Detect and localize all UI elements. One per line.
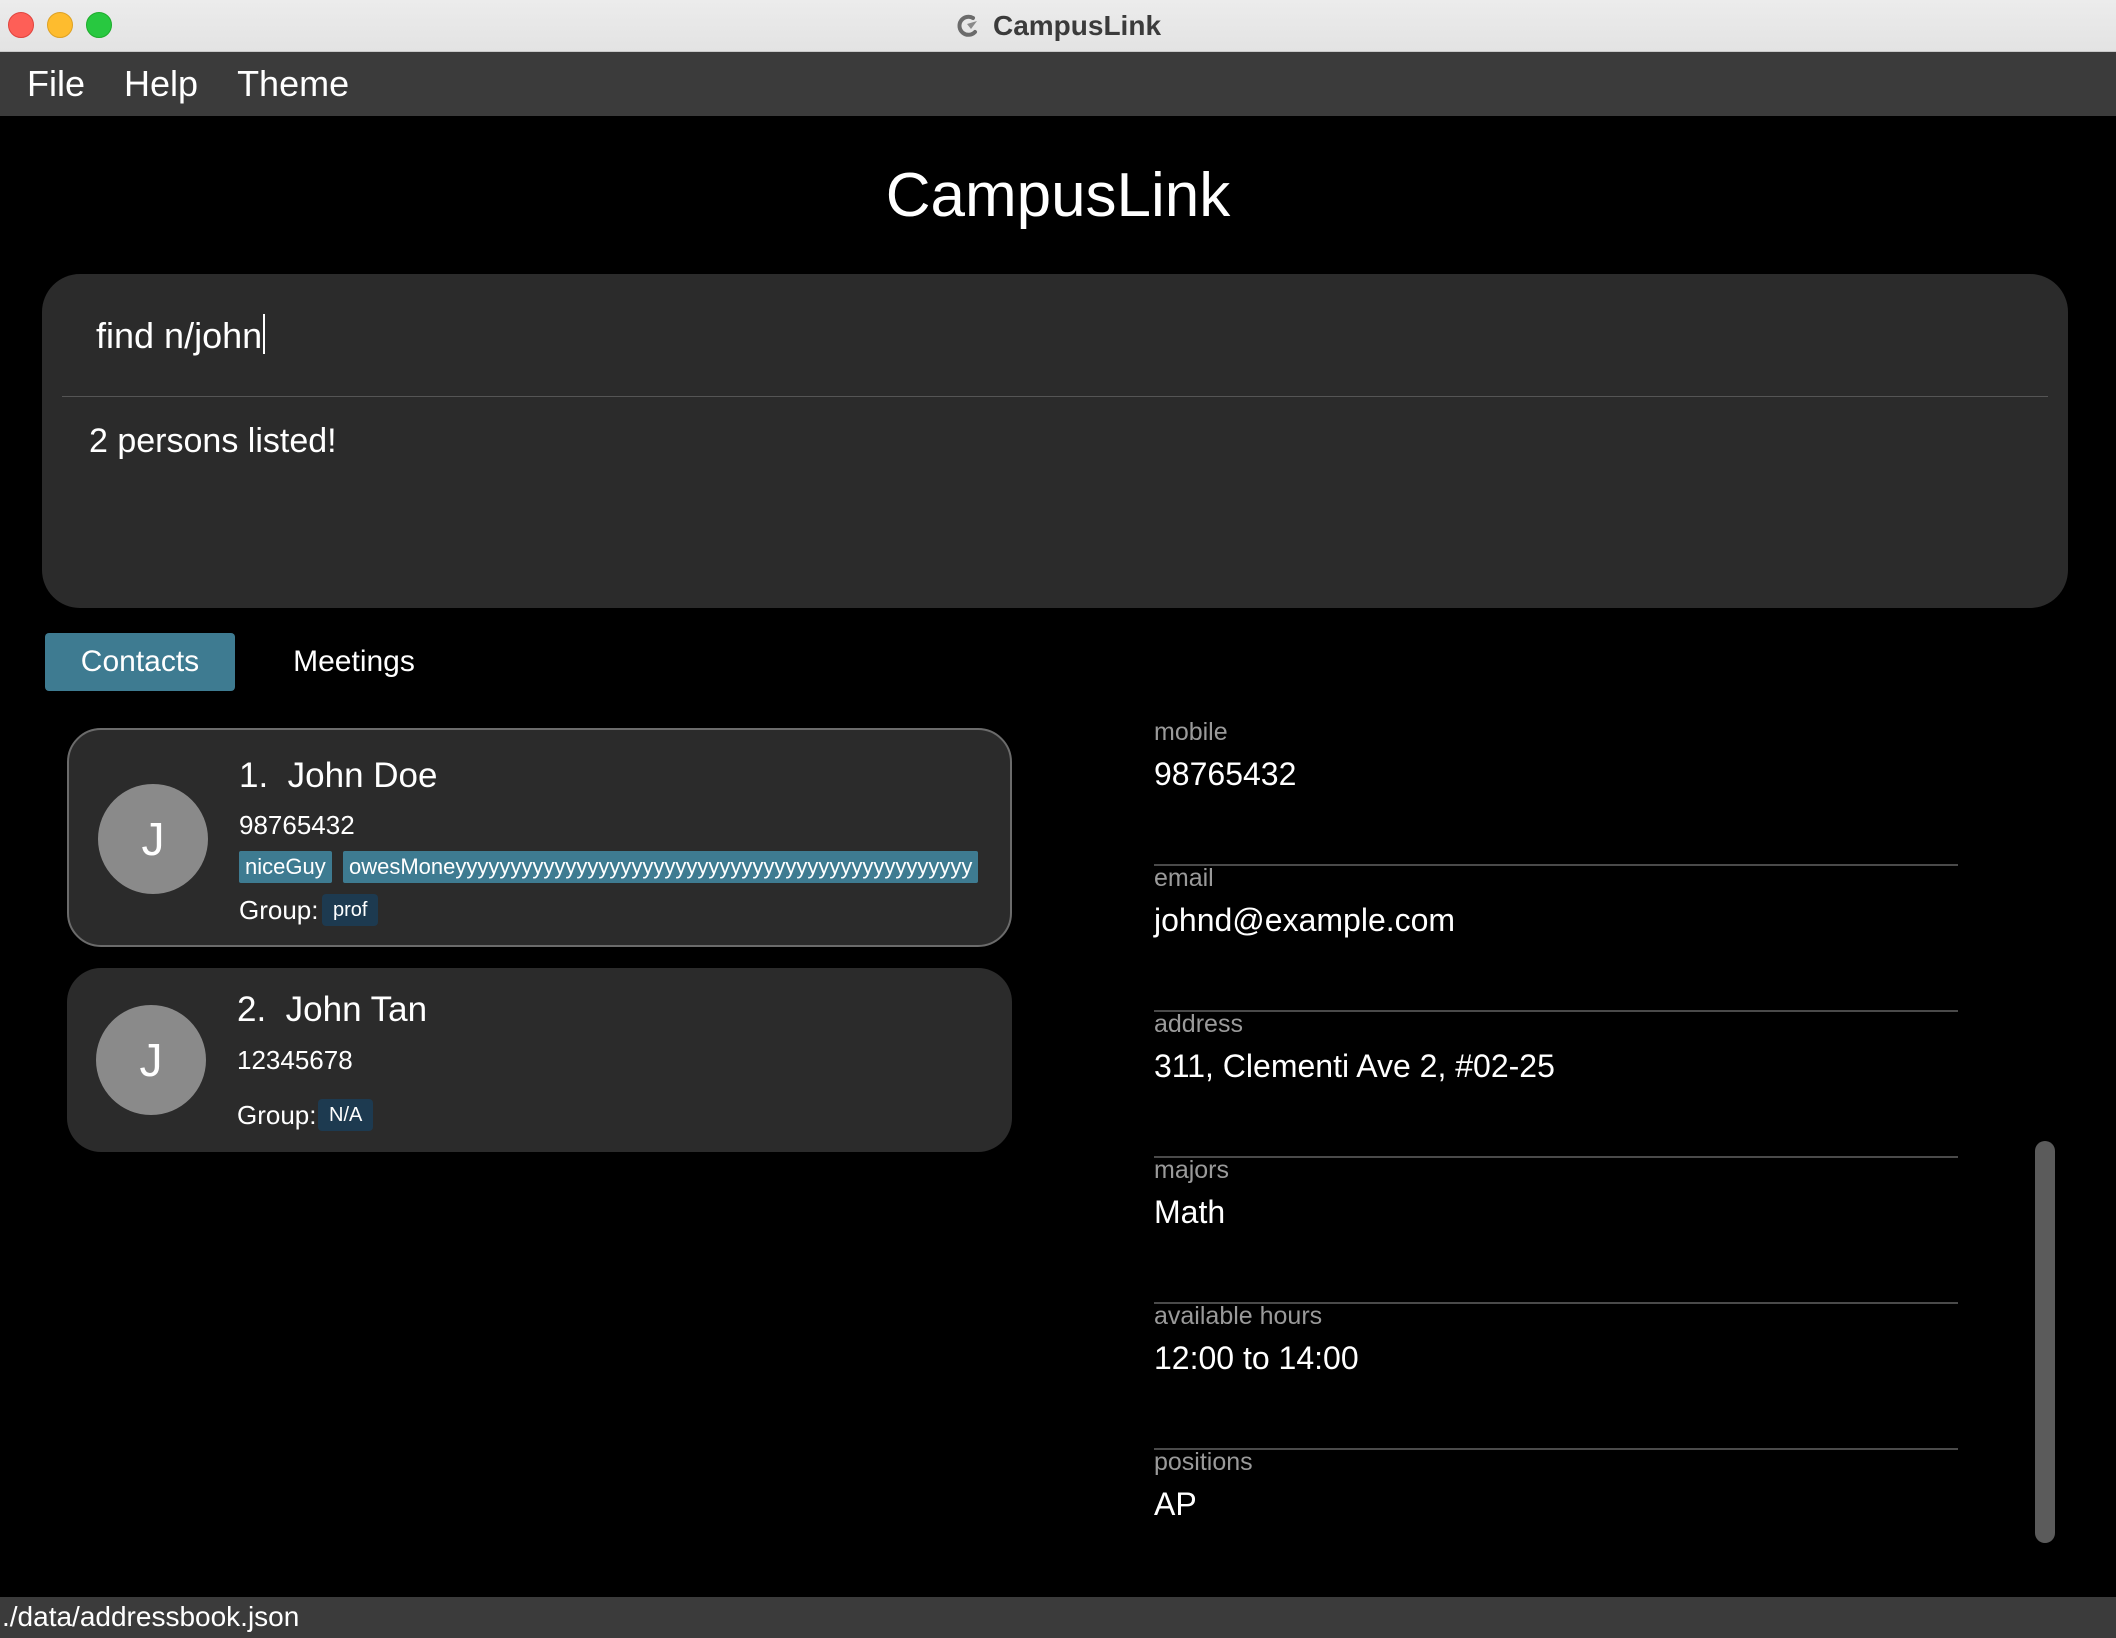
menu-bar: File Help Theme	[0, 52, 2116, 116]
file-path: ./data/addressbook.json	[2, 1601, 300, 1632]
person-name: 2. John Tan	[237, 990, 427, 1030]
group-label: Group:	[239, 895, 319, 925]
person-phone: 12345678	[237, 1045, 353, 1075]
window-title-group: CampusLink	[0, 0, 2116, 51]
command-divider	[62, 396, 2048, 397]
detail-mobile: mobile 98765432	[1154, 718, 1958, 866]
detail-label: email	[1154, 864, 1214, 892]
detail-value: 311, Clementi Ave 2, #02-25	[1154, 1048, 1555, 1084]
menu-theme[interactable]: Theme	[237, 63, 349, 105]
window-title: CampusLink	[992, 9, 1162, 41]
detail-label: available hours	[1154, 1302, 1323, 1330]
command-input-value: find n/john	[96, 315, 263, 356]
title-bar: CampusLink	[0, 0, 2116, 52]
detail-label: majors	[1154, 1156, 1230, 1184]
avatar: J	[98, 784, 208, 894]
group-chip: N/A	[318, 1099, 374, 1131]
person-phone: 98765432	[239, 810, 355, 840]
detail-available-hours: available hours 12:00 to 14:00	[1154, 1302, 1958, 1450]
detail-majors: majors Math	[1154, 1156, 1958, 1304]
detail-value: Math	[1154, 1194, 1226, 1230]
app-heading: CampusLink	[885, 161, 1231, 230]
tab-meetings[interactable]: Meetings	[260, 633, 448, 691]
detail-label: address	[1154, 1010, 1243, 1038]
menu-help[interactable]: Help	[124, 63, 198, 105]
app-window: CampusLink File Help Theme CampusLink fi…	[0, 0, 2116, 1638]
avatar: J	[96, 1005, 206, 1115]
person-name: 1. John Doe	[239, 756, 437, 796]
person-card[interactable]: J 1. John Doe 98765432 niceGuy owesMoney…	[67, 728, 1012, 947]
detail-value: 12:00 to 14:00	[1154, 1340, 1359, 1376]
tag-chip: owesMoneyyyyyyyyyyyyyyyyyyyyyyyyyyyyyyyy…	[343, 851, 979, 883]
details-scrollbar[interactable]	[2035, 1141, 2055, 1543]
tab-contacts[interactable]: Contacts	[45, 633, 235, 691]
command-panel: find n/john 2 persons listed!	[42, 274, 2068, 608]
group-label: Group:	[237, 1100, 317, 1130]
person-card[interactable]: J 2. John Tan 12345678 Group: N/A	[67, 968, 1012, 1152]
detail-value: 98765432	[1154, 756, 1297, 792]
status-bar: ./data/addressbook.json	[0, 1597, 2116, 1638]
detail-positions: positions AP	[1154, 1448, 1958, 1594]
app-icon	[957, 14, 977, 37]
detail-value: AP	[1154, 1486, 1197, 1522]
detail-value: johnd@example.com	[1154, 902, 1456, 938]
detail-email: email johnd@example.com	[1154, 864, 1958, 1012]
person-index: 2.	[237, 990, 267, 1029]
command-input[interactable]: find n/john	[96, 314, 266, 357]
tag-chip: niceGuy	[239, 851, 332, 883]
person-index: 1.	[239, 756, 269, 795]
detail-address: address 311, Clementi Ave 2, #02-25	[1154, 1010, 1958, 1158]
detail-label: positions	[1154, 1448, 1253, 1476]
detail-label: mobile	[1154, 718, 1228, 746]
person-name-text: John Tan	[285, 990, 428, 1029]
group-chip: prof	[322, 894, 379, 926]
person-name-text: John Doe	[287, 756, 438, 795]
menu-file[interactable]: File	[27, 63, 85, 105]
text-caret	[263, 314, 266, 354]
result-display: 2 persons listed!	[89, 422, 337, 460]
